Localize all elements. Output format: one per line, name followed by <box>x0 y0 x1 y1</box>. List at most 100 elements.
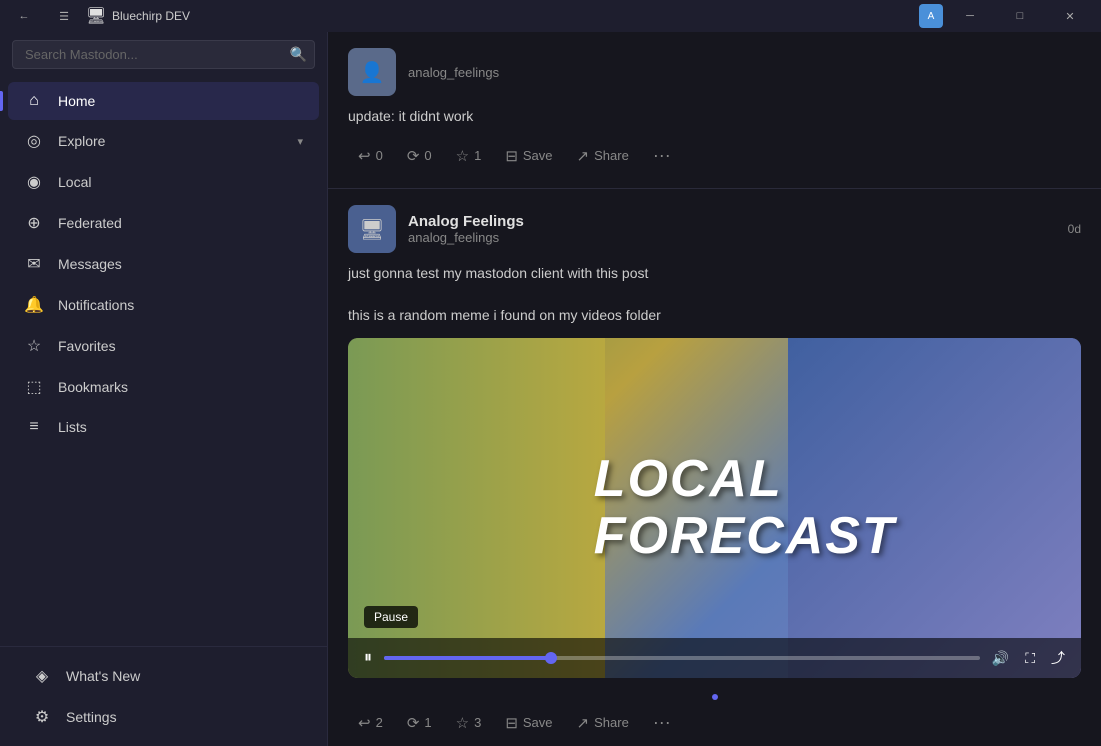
volume-button[interactable]: 🔊 <box>988 648 1013 669</box>
search-input[interactable] <box>12 40 315 69</box>
app-title: Bluechirp DEV <box>112 9 190 23</box>
favorite-count: 1 <box>474 148 481 163</box>
pause-button[interactable]: ⏸ <box>360 647 376 669</box>
explore-icon: ◎ <box>24 131 44 151</box>
reply-count: 2 <box>376 715 383 730</box>
menu-button[interactable]: ☰ <box>48 0 80 32</box>
post-2-avatar: 🖥 <box>348 205 396 253</box>
avatar[interactable]: A <box>919 4 943 28</box>
progress-fill <box>384 656 551 660</box>
share-button[interactable]: ↗ Share <box>567 141 639 171</box>
favorite-button[interactable]: ☆ 3 <box>446 708 492 738</box>
favorite-button[interactable]: ☆ 1 <box>446 141 492 171</box>
sidebar-item-label: Bookmarks <box>58 379 303 395</box>
progress-bar[interactable] <box>384 656 980 660</box>
sidebar-item-explore[interactable]: ◎ Explore ▾ <box>8 121 319 161</box>
video-text-line2: FORECAST <box>594 508 896 565</box>
sidebar-item-label: Local <box>58 174 303 190</box>
boost-button[interactable]: ⟳ 1 <box>397 708 442 738</box>
sidebar-item-lists[interactable]: ≡ Lists <box>8 408 319 446</box>
window-controls: A ─ □ ✕ <box>919 0 1093 32</box>
boost-count: 0 <box>424 148 431 163</box>
post-2-content-line1: just gonna test my mastodon client with … <box>348 263 1081 284</box>
maximize-button[interactable]: □ <box>997 0 1043 32</box>
minimize-button[interactable]: ─ <box>947 0 993 32</box>
sidebar-item-messages[interactable]: ✉ Messages <box>8 244 319 284</box>
lists-icon: ≡ <box>24 418 44 436</box>
star-icon: ☆ <box>456 147 469 165</box>
save-button[interactable]: ⊟ Save <box>495 141 562 171</box>
home-icon: ⌂ <box>24 92 44 110</box>
sidebar-item-whats-new[interactable]: ◈ What's New <box>16 656 311 696</box>
post-1-actions: ↩ 0 ⟳ 0 ☆ 1 ⊟ Save ↗ Share <box>348 139 1081 172</box>
more-button[interactable]: ··· <box>643 706 681 739</box>
post-1-avatar: 👤 <box>348 48 396 96</box>
sidebar-item-notifications[interactable]: 🔔 Notifications <box>8 285 319 325</box>
post-2-header: 🖥 Analog Feelings analog_feelings 0d <box>348 205 1081 253</box>
reply-button[interactable]: ↩ 0 <box>348 141 393 171</box>
save-button[interactable]: ⊟ Save <box>495 708 562 738</box>
notifications-icon: 🔔 <box>24 295 44 315</box>
sidebar-item-home[interactable]: ⌂ Home <box>8 82 319 120</box>
save-label: Save <box>523 715 553 730</box>
post-2: 🖥 Analog Feelings analog_feelings 0d jus… <box>328 189 1101 746</box>
more-button[interactable]: ··· <box>643 139 681 172</box>
video-text: LOCAL FORECAST <box>594 451 896 565</box>
federated-icon: ⊕ <box>24 213 44 233</box>
sidebar-item-label: Messages <box>58 256 303 272</box>
search-button[interactable]: 🔍 <box>290 46 307 63</box>
save-label: Save <box>523 148 553 163</box>
share-button[interactable]: ↗ Share <box>567 708 639 738</box>
sidebar-item-label: Home <box>58 93 303 109</box>
app-body: 🔍 ⌂ Home ◎ Explore ▾ ◉ Local ⊕ Federated… <box>0 32 1101 746</box>
boost-icon: ⟳ <box>407 714 420 732</box>
sidebar-item-favorites[interactable]: ☆ Favorites <box>8 326 319 366</box>
sidebar-item-federated[interactable]: ⊕ Federated <box>8 203 319 243</box>
post-2-time: 0d <box>1068 222 1081 236</box>
share-icon: ↗ <box>577 714 590 732</box>
post-1: 👤 analog_feelings update: it didnt work … <box>328 32 1101 189</box>
boost-icon: ⟳ <box>407 147 420 165</box>
minimize-icon: ─ <box>966 10 974 22</box>
sidebar: 🔍 ⌂ Home ◎ Explore ▾ ◉ Local ⊕ Federated… <box>0 32 328 746</box>
media-dots <box>348 688 1081 706</box>
progress-thumb <box>545 652 557 664</box>
sidebar-item-settings[interactable]: ⚙ Settings <box>16 697 311 737</box>
post-2-handle: analog_feelings <box>408 230 1056 245</box>
settings-icon: ⚙ <box>32 707 52 727</box>
close-icon: ✕ <box>1065 10 1074 23</box>
post-2-actions: ↩ 2 ⟳ 1 ☆ 3 ⊟ Save ↗ Share <box>348 706 1081 739</box>
boost-count: 1 <box>424 715 431 730</box>
post-1-header: 👤 analog_feelings <box>348 48 1081 96</box>
maximize-icon: □ <box>1017 10 1024 22</box>
post-2-content-line2: this is a random meme i found on my vide… <box>348 305 1081 326</box>
reply-icon: ↩ <box>358 714 371 732</box>
sidebar-item-local[interactable]: ◉ Local <box>8 162 319 202</box>
fullscreen-button[interactable]: ⛶ <box>1021 648 1039 669</box>
video-text-line1: LOCAL <box>594 451 896 508</box>
sidebar-item-label: What's New <box>66 668 295 684</box>
share-icon: ↗ <box>577 147 590 165</box>
post-1-handle: analog_feelings <box>408 65 1081 80</box>
dot-1 <box>712 694 718 700</box>
video-share-button[interactable]: ⤴ <box>1047 646 1069 670</box>
messages-icon: ✉ <box>24 254 44 274</box>
sidebar-item-label: Notifications <box>58 297 303 313</box>
reply-button[interactable]: ↩ 2 <box>348 708 393 738</box>
back-button[interactable]: ← <box>8 0 40 32</box>
boost-button[interactable]: ⟳ 0 <box>397 141 442 171</box>
post-1-content: update: it didnt work <box>348 106 1081 127</box>
sidebar-item-bookmarks[interactable]: ⬚ Bookmarks <box>8 367 319 407</box>
share-label: Share <box>594 715 629 730</box>
video-bg-left <box>348 338 605 678</box>
star-icon: ☆ <box>456 714 469 732</box>
nav-list: ⌂ Home ◎ Explore ▾ ◉ Local ⊕ Federated ✉… <box>0 77 327 646</box>
video-controls[interactable]: ⏸ 🔊 ⛶ ⤴ <box>348 638 1081 678</box>
post-2-author: Analog Feelings <box>408 213 1056 230</box>
chevron-down-icon: ▾ <box>297 135 303 148</box>
save-icon: ⊟ <box>505 714 518 732</box>
post-2-content: just gonna test my mastodon client with … <box>348 263 1081 326</box>
close-button[interactable]: ✕ <box>1047 0 1093 32</box>
content-area: 👤 analog_feelings update: it didnt work … <box>328 32 1101 746</box>
sidebar-item-label: Explore <box>58 133 283 149</box>
